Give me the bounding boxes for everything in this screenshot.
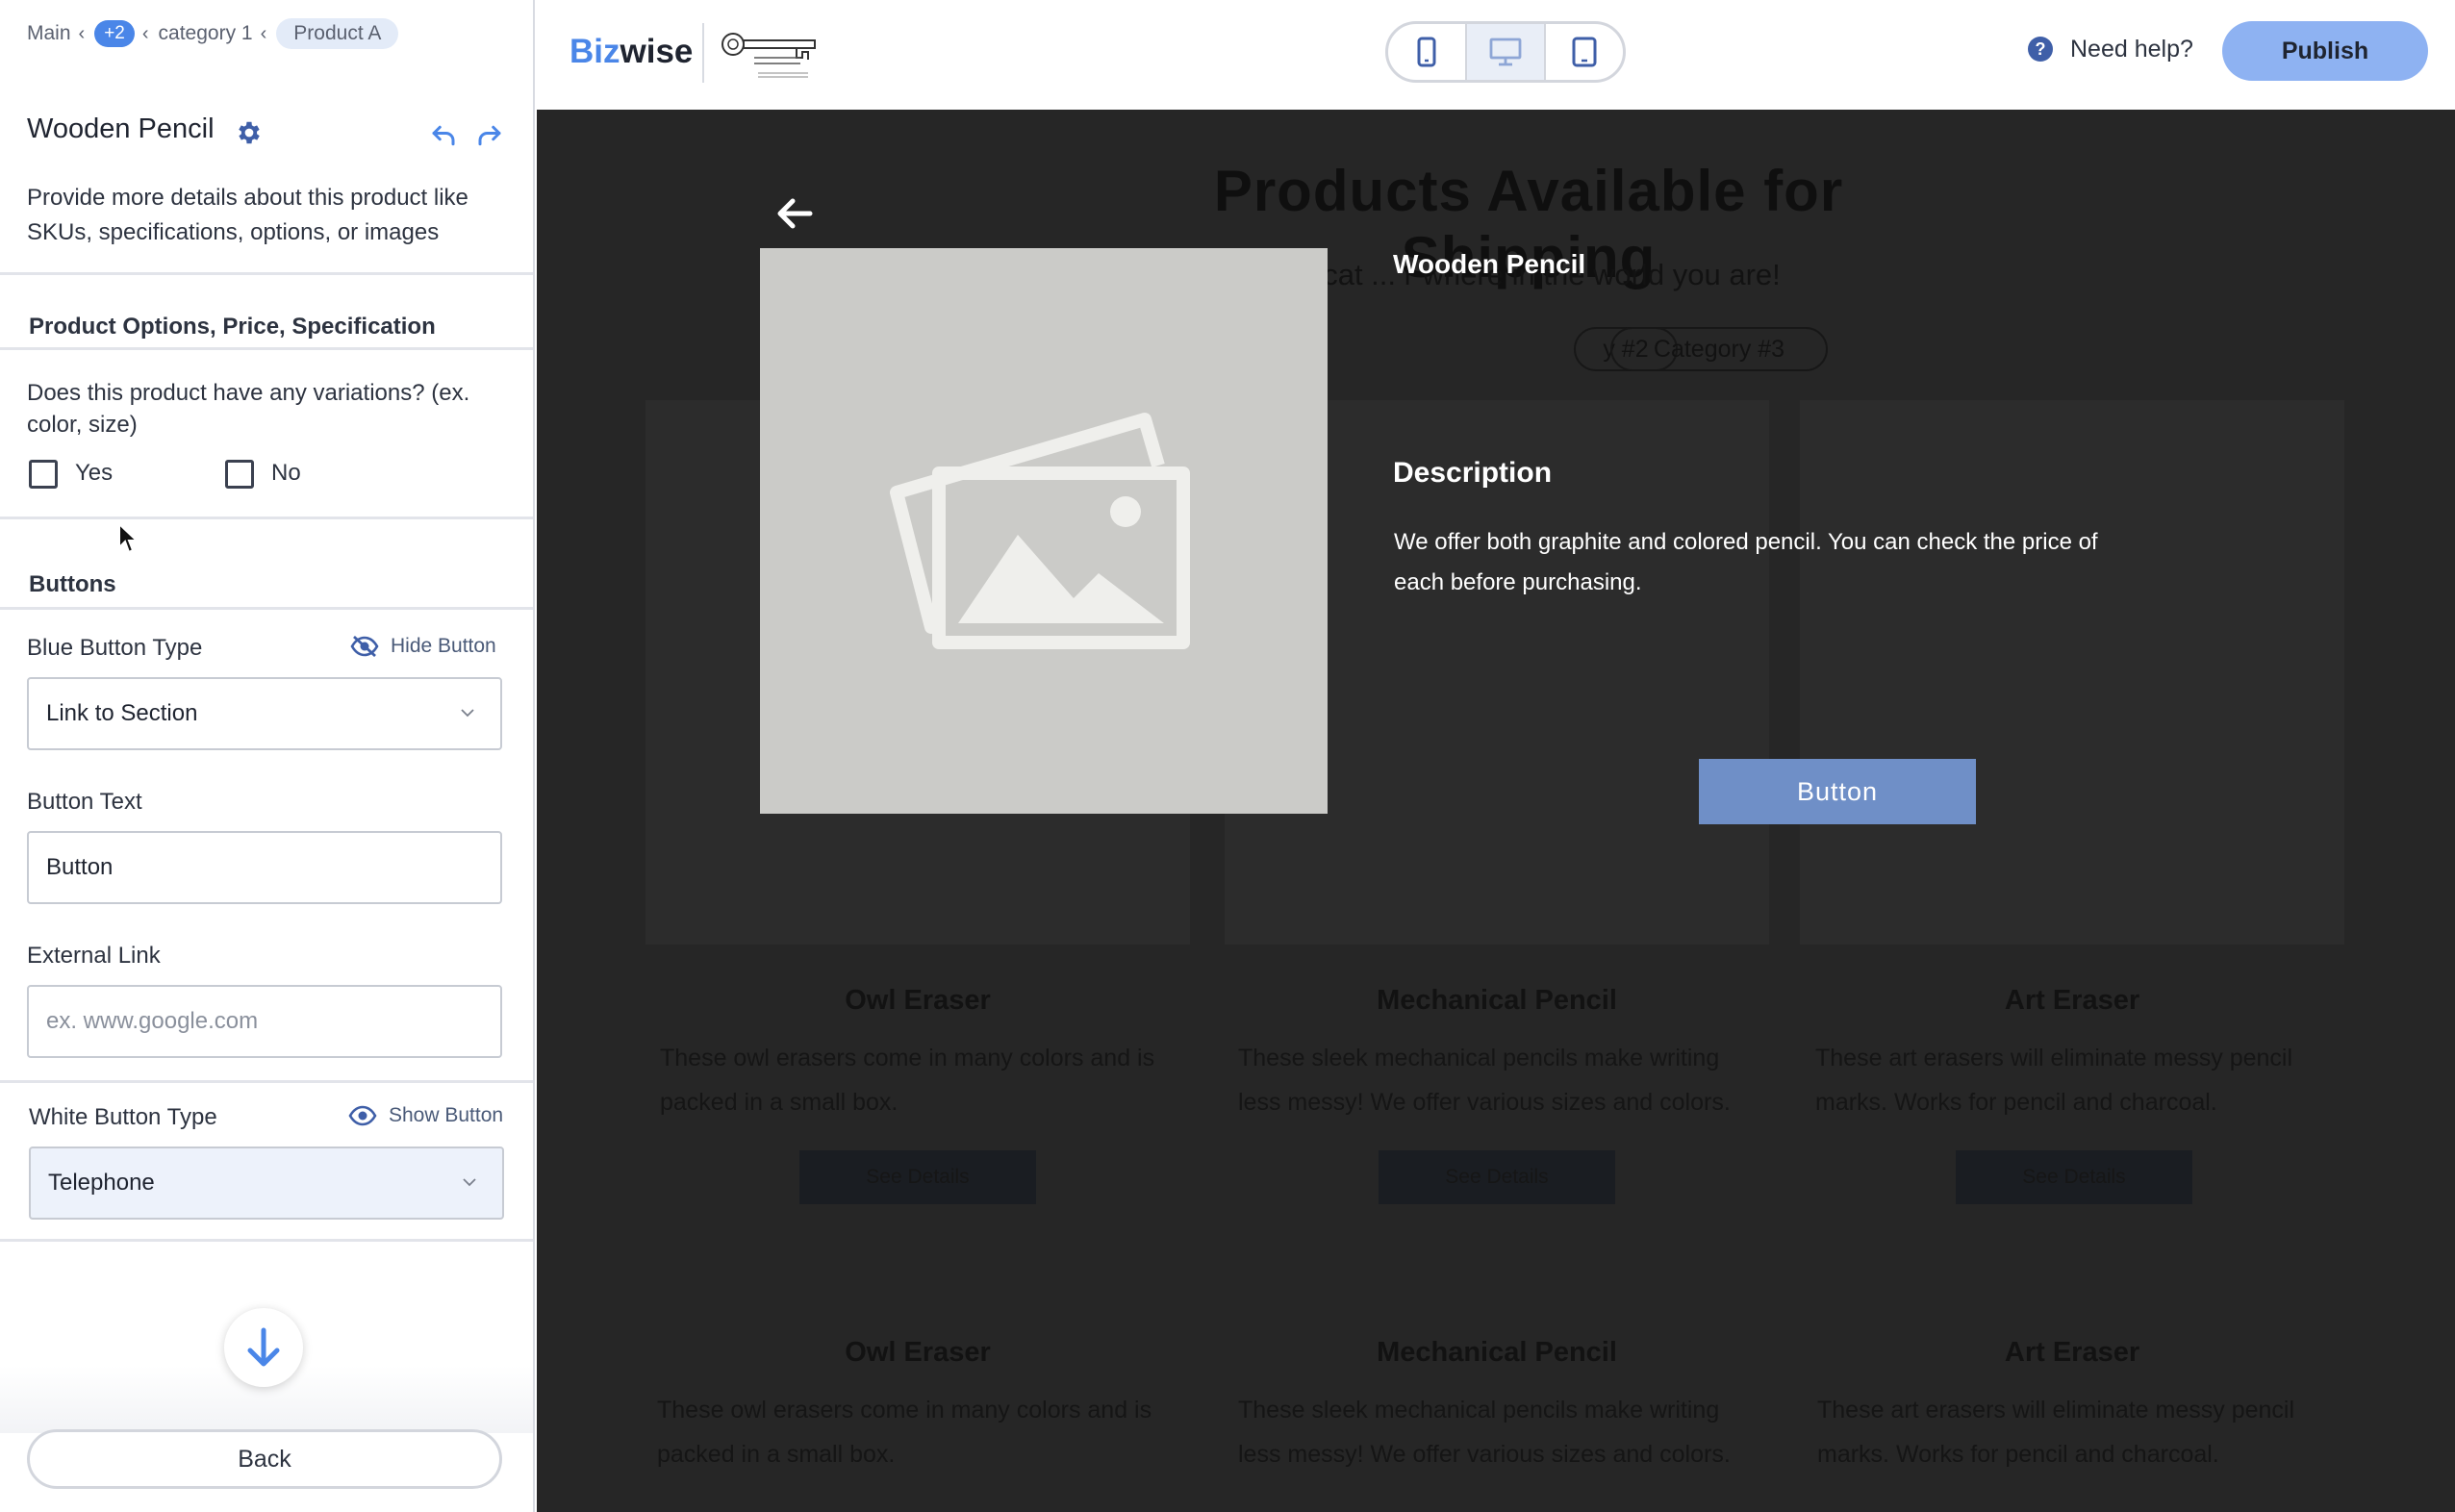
publish-button[interactable]: Publish [2222,21,2428,81]
background-card-title: Mechanical Pencil [1377,985,1617,1016]
modal-description-heading: Description [1393,457,1553,489]
product-image-placeholder[interactable] [760,248,1328,814]
need-help-label: Need help? [2070,35,2193,63]
tablet-icon [1572,37,1597,67]
background-card-title: Mechanical Pencil [1377,1337,1617,1368]
background-product-image [1800,400,2344,945]
gear-icon[interactable] [235,118,264,147]
external-link-placeholder: ex. www.google.com [46,1008,259,1034]
variations-question: Does this product have any variations? (… [27,380,470,438]
background-card-title: Art Eraser [2004,985,2140,1016]
breadcrumb-hidden-count-badge[interactable]: +2 [94,20,135,47]
background-card-description: These owl erasers come in many colors an… [660,1045,1155,1116]
show-button-label: Show Button [389,1104,504,1126]
white-button-type-value: Telephone [48,1170,155,1196]
bizwise-logo[interactable]: Bizwise [569,33,693,71]
background-see-details-button: See Details [1956,1150,2192,1204]
modal-description-text: We offer both graphite and colored penci… [1394,529,2098,595]
mouse-cursor-icon [118,522,139,554]
variations-no-label[interactable]: No [271,460,301,487]
breadcrumb-item-main[interactable]: Main [27,22,71,45]
mobile-icon [1417,37,1436,67]
background-see-details-button: See Details [799,1150,1036,1204]
breadcrumb: Main ‹ +2 ‹ category 1 ‹ Product A [27,17,399,50]
divider [0,272,533,275]
show-button-toggle[interactable]: Show Button [348,1104,503,1127]
arrow-left-icon[interactable] [775,196,814,231]
external-link-label: External Link [27,943,161,969]
blue-button-type-select[interactable]: Link to Section [27,677,502,750]
hide-button-toggle[interactable]: Hide Button [350,635,496,658]
undo-icon[interactable] [429,121,458,150]
back-button[interactable]: Back [27,1429,502,1489]
divider [0,1239,533,1242]
site-preview-canvas: Products Available for Shipping uct cat … [537,110,2455,1512]
background-card-description: These owl erasers come in many colors an… [657,1397,1152,1468]
desktop-view-button[interactable] [1467,24,1546,80]
editor-sidebar: Main ‹ +2 ‹ category 1 ‹ Product A Woode… [0,0,535,1512]
modal-blue-button[interactable]: Button [1699,759,1976,824]
white-button-type-select[interactable]: Telephone [29,1147,504,1220]
variations-yes-label[interactable]: Yes [75,460,113,487]
key-logo-icon [721,33,816,78]
image-placeholder-icon [890,413,1190,649]
buttons-section-title: Buttons [29,571,116,597]
eye-off-icon [350,636,379,657]
blue-button-type-label: Blue Button Type [27,635,203,661]
background-card-title: Owl Eraser [845,985,991,1016]
product-title: Wooden Pencil [27,113,215,144]
mobile-view-button[interactable] [1388,24,1467,80]
desktop-icon [1489,38,1522,66]
hide-button-label: Hide Button [391,635,496,657]
device-switcher [1385,21,1626,83]
background-card-description: These art erasers will eliminate messy p… [1815,1045,2293,1116]
chevron-left-icon: ‹ [260,22,267,44]
logo-divider [702,23,704,83]
tablet-view-button[interactable] [1546,24,1623,80]
divider [0,517,533,519]
blue-button-type-value: Link to Section [46,700,198,726]
variations-no-checkbox[interactable] [225,460,254,489]
arrow-down-icon [247,1327,280,1367]
background-card-description: These sleek mechanical pencils make writ… [1238,1045,1731,1116]
background-see-details-button: See Details [1379,1150,1615,1204]
modal-product-title: Wooden Pencil [1393,249,1586,279]
chevron-down-icon [463,1178,476,1187]
white-button-type-label: White Button Type [29,1104,217,1130]
product-description: Provide more details about this product … [27,185,468,245]
svg-text:?: ? [2036,39,2046,59]
chevron-left-icon: ‹ [78,22,86,44]
background-card-title: Owl Eraser [845,1337,991,1368]
background-card-description: These art erasers will eliminate messy p… [1817,1397,2295,1468]
background-card-description: These sleek mechanical pencils make writ… [1238,1397,1731,1468]
button-text-input[interactable]: Button [27,831,502,904]
background-category-pill: Category #3 [1610,327,1828,371]
divider [0,1080,533,1083]
chevron-down-icon [461,709,474,718]
breadcrumb-current-item: Product A [276,18,399,49]
help-icon: ? [2028,37,2053,62]
variations-yes-checkbox[interactable] [29,460,58,489]
scroll-down-button[interactable] [224,1308,303,1387]
divider [0,347,533,350]
chevron-left-icon: ‹ [141,22,149,44]
breadcrumb-item-category[interactable]: category 1 [159,22,253,45]
need-help-link[interactable]: ? Need help? [2026,35,2193,63]
eye-icon [348,1105,377,1126]
button-text-value: Button [46,854,114,880]
button-text-label: Button Text [27,789,142,815]
background-card-title: Art Eraser [2004,1337,2140,1368]
options-section-title: Product Options, Price, Specification [29,314,436,340]
external-link-input[interactable]: ex. www.google.com [27,985,502,1058]
divider [0,607,533,610]
top-bar: Bizwise ? Need help? Publish [537,0,2455,110]
redo-icon[interactable] [475,121,504,150]
